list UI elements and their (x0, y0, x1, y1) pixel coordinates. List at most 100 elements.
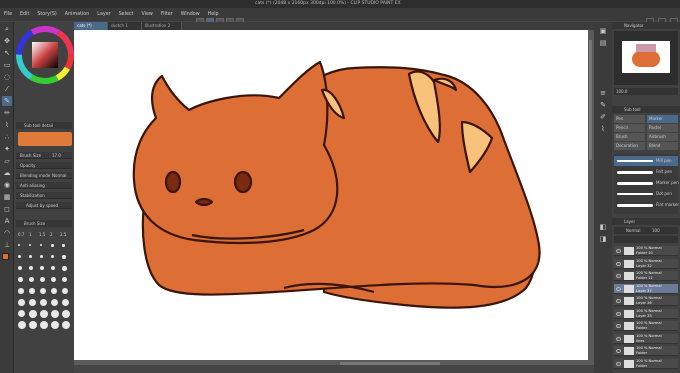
menu-view[interactable]: View (137, 8, 156, 21)
opacity-row[interactable]: Opacity (16, 162, 72, 169)
brush-size-swatch[interactable] (51, 266, 56, 271)
brush-size-swatch[interactable] (51, 255, 55, 259)
eyedropper-icon[interactable]: ⁄ (2, 84, 12, 94)
brush-size-swatch[interactable] (29, 277, 34, 282)
brush-size-swatch[interactable] (51, 277, 57, 283)
pen-icon[interactable]: ✎ (2, 96, 12, 106)
layer-row[interactable]: 100 % Normal Folder 10 (614, 246, 678, 256)
eye-icon[interactable] (616, 274, 621, 278)
fill-icon[interactable]: ◉ (2, 180, 12, 190)
brush-item-felt-pen[interactable]: Felt pen (614, 167, 678, 177)
eye-icon[interactable] (616, 336, 621, 341)
lasso-icon[interactable]: ◌ (2, 72, 12, 82)
brush-size-swatch[interactable] (29, 255, 33, 259)
eye-icon[interactable] (616, 299, 621, 303)
brush-size-swatch[interactable] (51, 321, 59, 329)
tab-cats[interactable]: cats (*) (74, 22, 108, 30)
subtool-pen[interactable]: Pen (614, 115, 645, 123)
brush-size-swatch[interactable] (18, 321, 26, 329)
brush-size-swatch[interactable] (51, 310, 59, 318)
eye-icon[interactable] (616, 361, 621, 366)
subtool-decoration[interactable]: Decoration (614, 142, 645, 150)
brush-size-swatch[interactable] (62, 299, 70, 307)
menu-animation[interactable]: Animation (61, 8, 93, 21)
brush-size-row[interactable]: Brush Size 17.0 (16, 152, 72, 159)
brush-size-swatch[interactable] (18, 244, 20, 246)
menu-edit[interactable]: Edit (16, 8, 33, 21)
layer-row[interactable]: 100 % Normal Layer 37 (614, 283, 678, 294)
subtool-marker[interactable]: Marker (647, 115, 678, 123)
layer-row[interactable]: 100 % Normal Layer 35 (614, 308, 678, 319)
brush-size-swatch[interactable] (40, 299, 47, 306)
brush-size-swatch[interactable] (29, 299, 36, 306)
brush-size-swatch[interactable] (62, 321, 70, 329)
layer-row[interactable]: 100 % Normal Folder (614, 346, 678, 356)
horizontal-scrollbar[interactable] (340, 362, 440, 365)
brush-list-icon[interactable]: ⌇ (598, 124, 608, 134)
decoration-icon[interactable]: ✦ (2, 144, 12, 154)
pencil-icon[interactable]: ✏ (2, 108, 12, 118)
brush-size-swatch[interactable] (40, 310, 48, 318)
move-icon[interactable]: ✥ (2, 36, 12, 46)
menu-select[interactable]: Select (115, 8, 138, 21)
tab-illustration[interactable]: Illustration 2 (142, 22, 182, 30)
text-icon[interactable]: A (2, 216, 12, 226)
brush-size-swatch[interactable] (18, 288, 24, 294)
gradient-icon[interactable]: ▦ (2, 192, 12, 202)
layer-row[interactable]: 100 % Normal Layer 36 (614, 296, 678, 306)
brush-size-swatch[interactable] (40, 288, 46, 294)
brush-size-swatch[interactable] (51, 244, 54, 247)
brush-size-swatch[interactable] (40, 277, 46, 283)
layer-row[interactable]: 100 % Normal Folder 11 (614, 271, 678, 281)
subtool-brush[interactable]: Brush (614, 133, 645, 141)
brush-size-swatch[interactable] (62, 277, 68, 283)
brush-size-swatch[interactable] (40, 266, 45, 271)
brush-item-flat-marker[interactable]: Flat marker (614, 200, 679, 210)
arrow-icon[interactable]: ↖ (2, 48, 12, 58)
eye-icon[interactable] (616, 261, 621, 266)
blending-mode-row[interactable]: Blending mode Normal (16, 172, 72, 179)
brush-size-swatch[interactable] (29, 244, 32, 247)
brush-item-marker-pen[interactable]: Marker pen (614, 178, 679, 188)
subtool-pencil[interactable]: Pencil (614, 124, 645, 132)
brush-size-swatch[interactable] (40, 255, 44, 259)
subtool-blend[interactable]: Blend (647, 142, 678, 150)
brush-size-option[interactable]: 1 (29, 232, 32, 237)
brush-size-swatch[interactable] (51, 299, 59, 307)
menu-layer[interactable]: Layer (93, 8, 114, 21)
brush-size-option[interactable]: 0.7 (18, 232, 24, 237)
color-wheel[interactable] (16, 26, 74, 84)
brush-size-option[interactable]: 1.5 (39, 232, 45, 237)
subtool-airbrush[interactable]: Airbrush (647, 133, 678, 141)
adjust-by-speed-row[interactable]: Adjust by speed (16, 202, 72, 209)
eye-icon[interactable] (616, 286, 621, 291)
navigator-icon[interactable]: ▣ (598, 26, 608, 36)
pen-list-icon[interactable]: ✎ (598, 100, 608, 110)
brush-size-option[interactable]: 2.5 (60, 232, 66, 237)
tool-list-icon[interactable]: ≡ (598, 88, 608, 98)
eye-icon[interactable] (616, 311, 621, 316)
sub-view-icon[interactable]: ▤ (598, 38, 608, 48)
zoom-row[interactable]: 100.0 (614, 88, 678, 95)
brush-size-swatch[interactable] (18, 299, 25, 306)
layer-property-icon[interactable]: ◨ (598, 234, 608, 244)
menu-filter[interactable]: Filter (157, 8, 177, 21)
stabilization-row[interactable]: Stabilization (16, 192, 72, 199)
subtool-pastel[interactable]: Pastel (647, 124, 678, 132)
marker-list-icon[interactable]: ✐ (598, 112, 608, 122)
brush-size-swatch[interactable] (40, 244, 43, 247)
eraser-icon[interactable]: ▱ (2, 156, 12, 166)
brush-size-swatch[interactable] (18, 255, 21, 258)
tab-sketch[interactable]: sketch 1 (108, 22, 142, 30)
main-color-swatch[interactable] (2, 253, 9, 260)
menu-file[interactable]: File (0, 8, 16, 21)
brush-size-option[interactable]: 2 (50, 232, 53, 237)
brush-size-swatch[interactable] (62, 266, 67, 271)
menu-story[interactable]: Story(S) (33, 8, 60, 21)
layer-row[interactable]: 100 % Normal Folder (614, 321, 678, 331)
layer-panel-icon[interactable]: ◧ (598, 222, 608, 232)
layer-blend-row[interactable]: Normal 100 (614, 227, 678, 234)
brush-size-swatch[interactable] (62, 288, 69, 295)
zoom-icon[interactable]: ⌕ (2, 24, 12, 34)
brush-size-swatch[interactable] (51, 288, 58, 295)
